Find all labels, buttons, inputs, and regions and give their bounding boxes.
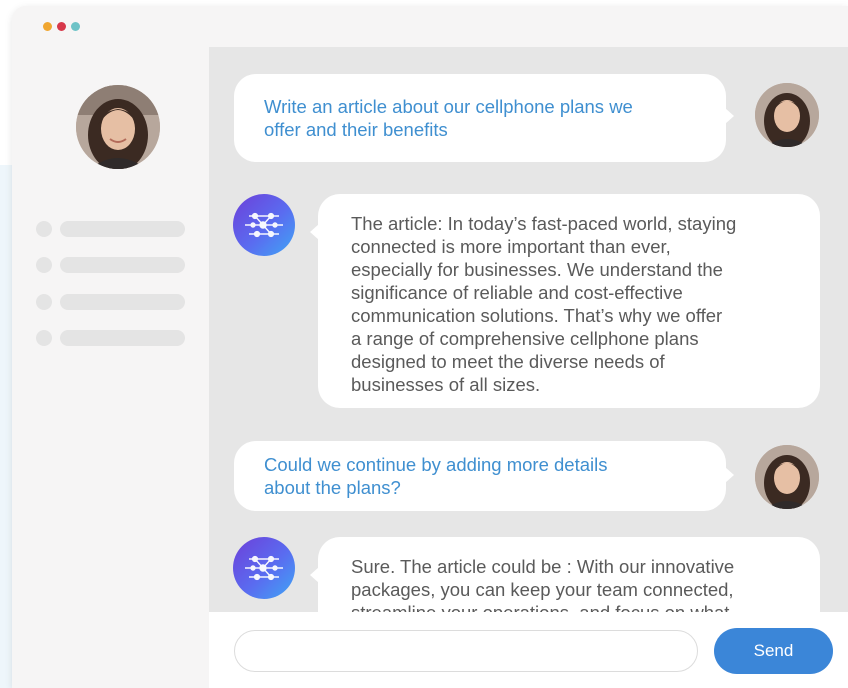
ai-network-icon: [233, 194, 295, 256]
message-composer: Send: [209, 612, 848, 688]
message-line: Write an article about our cellphone pla…: [264, 96, 633, 117]
user-message-bubble: Write an article about our cellphone pla…: [234, 74, 734, 162]
assistant-message-bubble: Sure. The article could be : With our in…: [310, 537, 820, 612]
message-line: connected is more important than ever,: [351, 236, 671, 257]
message-line: about the plans?: [264, 477, 401, 498]
message-line: packages, you can keep your team connect…: [351, 579, 734, 600]
user-message-bubble: Could we continue by adding more details…: [234, 441, 734, 511]
app-window: Write an article about our cellphone pla…: [12, 6, 848, 688]
window-dot-teal[interactable]: [71, 22, 80, 31]
message-line: especially for businesses. We understand…: [351, 259, 723, 280]
assistant-message-bubble: The article: In today’s fast-paced world…: [310, 194, 820, 408]
title-bar: [12, 6, 848, 47]
message-line: Sure. The article could be : With our in…: [351, 556, 735, 577]
message-input[interactable]: [234, 630, 698, 672]
message-line: offer and their benefits: [264, 119, 448, 140]
message-line: significance of reliable and cost-effect…: [351, 282, 683, 303]
user-photo-avatar-icon: [755, 83, 819, 147]
message-line: streamline your operations, and focus on…: [351, 601, 787, 612]
user-photo-avatar-icon[interactable]: [76, 85, 160, 169]
ai-network-icon: [233, 537, 295, 599]
message-line: The article: In today’s fast-paced world…: [351, 213, 737, 234]
send-button[interactable]: Send: [714, 628, 833, 674]
message-line: a range of comprehensive cellphone plans: [351, 328, 699, 349]
sidebar: [12, 47, 209, 688]
user-photo-avatar-icon: [755, 445, 819, 509]
chat-thread[interactable]: Write an article about our cellphone pla…: [209, 47, 848, 612]
message-line: designed to meet the diverse needs of: [351, 351, 665, 372]
message-line: businesses of all sizes.: [351, 374, 541, 395]
message-line: communication solutions. That’s why we o…: [351, 305, 723, 326]
message-line: Could we continue by adding more details: [264, 454, 608, 475]
window-dot-orange[interactable]: [43, 22, 52, 31]
window-dot-red[interactable]: [57, 22, 66, 31]
